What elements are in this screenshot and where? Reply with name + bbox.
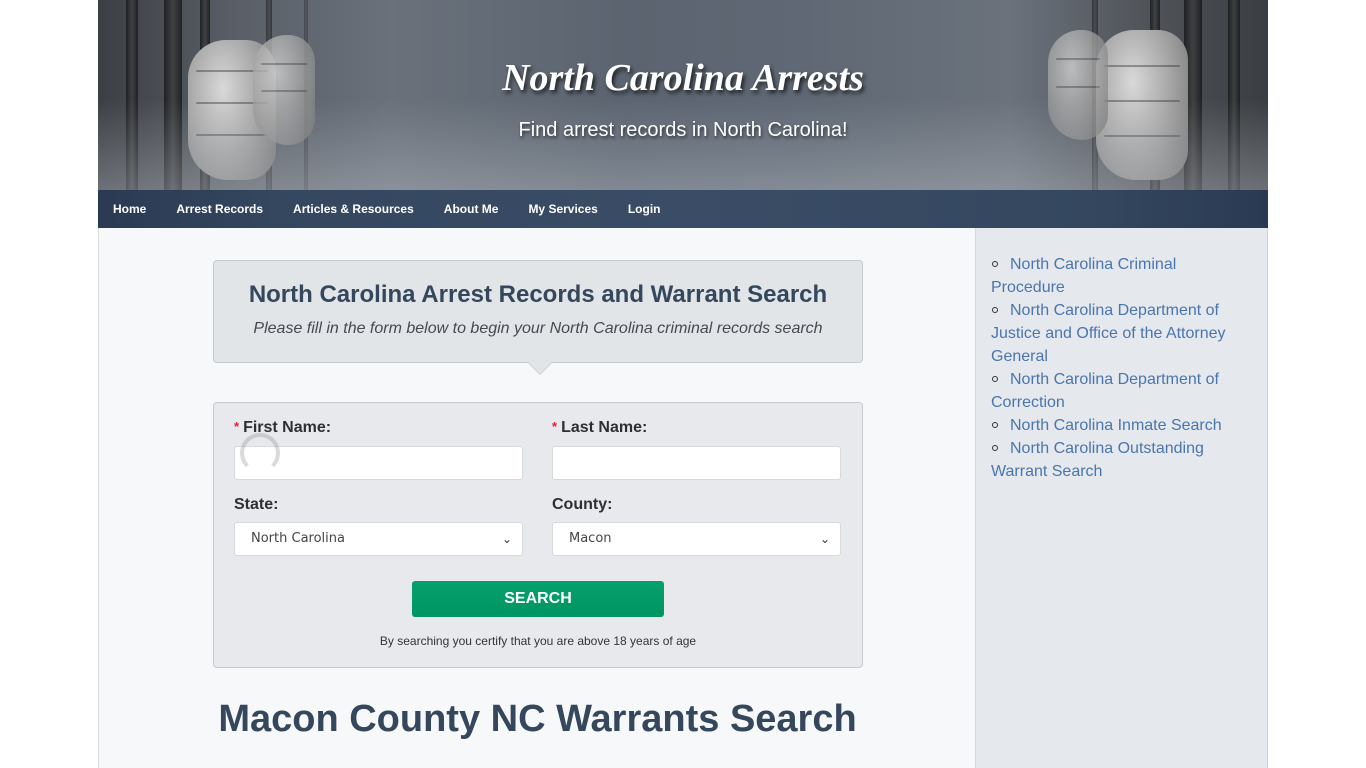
site-tagline: Find arrest records in North Carolina! xyxy=(518,119,848,141)
search-form: * First Name: * Last Name: State: North Ca… xyxy=(213,402,863,668)
county-select-value: Macon xyxy=(569,531,612,546)
last-name-input[interactable] xyxy=(552,446,841,480)
site-title: North Carolina Arrests xyxy=(502,57,864,99)
sidebar-link-criminal-procedure[interactable]: North Carolina Criminal Procedure xyxy=(991,256,1176,296)
nav-my-services[interactable]: My Services xyxy=(528,202,597,216)
county-select[interactable]: Macon ⌄ xyxy=(552,522,841,556)
nav-articles-resources[interactable]: Articles & Resources xyxy=(293,202,414,216)
circle-bullet-icon xyxy=(992,375,998,382)
nav-arrest-records[interactable]: Arrest Records xyxy=(176,202,263,216)
sidebar-link-item: North Carolina Criminal Procedure xyxy=(991,253,1253,299)
chevron-down-icon: ⌄ xyxy=(819,532,830,546)
sidebar: North Carolina Criminal Procedure North … xyxy=(975,228,1268,768)
page-heading: Macon County NC Warrants Search xyxy=(218,698,857,740)
state-select-value: North Carolina xyxy=(251,531,345,546)
sidebar-link-item: North Carolina Department of Correction xyxy=(991,368,1253,414)
last-name-label: * Last Name: xyxy=(552,419,647,437)
nav-home[interactable]: Home xyxy=(113,202,146,216)
chevron-down-icon: ⌄ xyxy=(501,532,512,546)
sidebar-link-inmate-search[interactable]: North Carolina Inmate Search xyxy=(1010,417,1222,434)
sidebar-link-item: North Carolina Department of Justice and… xyxy=(991,299,1253,368)
first-name-label: * First Name: xyxy=(234,419,331,437)
sidebar-link-dept-of-justice[interactable]: North Carolina Department of Justice and… xyxy=(991,302,1226,365)
intro-subtitle: Please fill in the form below to begin y… xyxy=(253,320,823,337)
sidebar-link-item: North Carolina Inmate Search xyxy=(991,414,1253,437)
intro-callout: North Carolina Arrest Records and Warran… xyxy=(213,260,863,375)
first-name-label-text: First Name: xyxy=(243,419,332,436)
page: North Carolina Arrests Find arrest recor… xyxy=(98,0,1268,768)
sidebar-link-outstanding-warrant-search[interactable]: North Carolina Outstanding Warrant Searc… xyxy=(991,440,1204,480)
circle-bullet-icon xyxy=(992,444,998,451)
state-label: State: xyxy=(234,496,279,513)
sidebar-links: North Carolina Criminal Procedure North … xyxy=(991,253,1253,483)
circle-bullet-icon xyxy=(992,421,998,428)
last-name-label-text: Last Name: xyxy=(561,419,648,436)
main-content: North Carolina Arrest Records and Warran… xyxy=(98,228,975,768)
circle-bullet-icon xyxy=(992,306,998,313)
intro-title: North Carolina Arrest Records and Warran… xyxy=(248,281,828,308)
age-disclaimer: By searching you certify that you are ab… xyxy=(379,634,697,648)
required-marker: * xyxy=(234,419,240,434)
state-select[interactable]: North Carolina ⌄ xyxy=(234,522,523,556)
nav-about-me[interactable]: About Me xyxy=(444,202,499,216)
required-marker: * xyxy=(552,419,558,434)
circle-bullet-icon xyxy=(992,260,998,267)
sidebar-link-item: North Carolina Outstanding Warrant Searc… xyxy=(991,437,1253,483)
county-label: County: xyxy=(552,496,613,513)
main-nav: Home Arrest Records Articles & Resources… xyxy=(98,190,1268,228)
nav-login[interactable]: Login xyxy=(628,202,661,216)
first-name-input[interactable] xyxy=(234,446,523,480)
search-button[interactable]: SEARCH xyxy=(412,581,664,617)
header-banner: North Carolina Arrests Find arrest recor… xyxy=(98,0,1268,190)
sidebar-link-dept-of-correction[interactable]: North Carolina Department of Correction xyxy=(991,371,1219,411)
